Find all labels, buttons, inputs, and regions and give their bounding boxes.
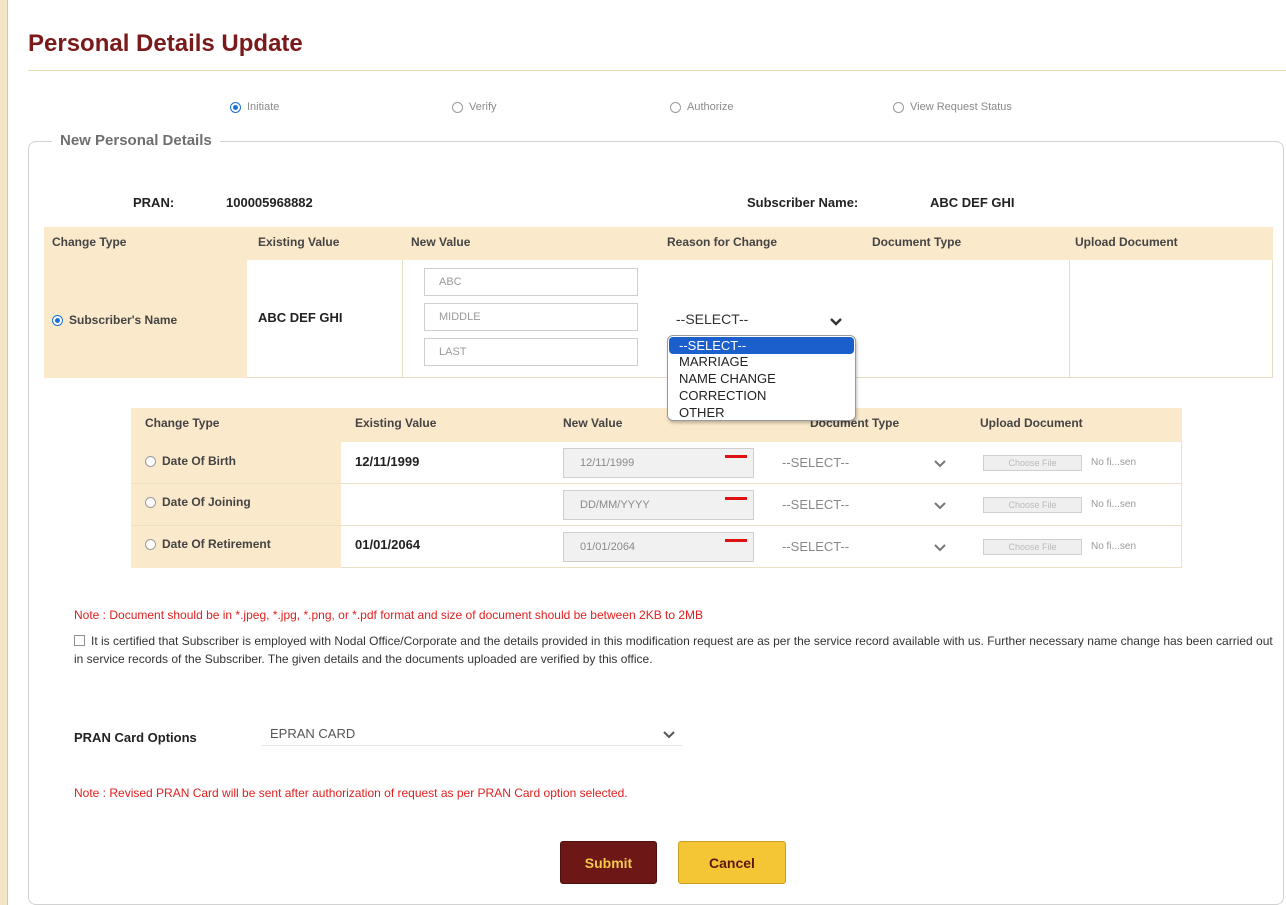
reason-dropdown-list: --SELECT-- MARRIAGE NAME CHANGE CORRECTI… [667, 335, 856, 421]
radio-icon[interactable] [230, 101, 241, 113]
certify-checkbox[interactable] [74, 635, 85, 646]
row-divider [131, 525, 1182, 526]
step-label: Authorize [687, 101, 734, 113]
dropdown-option[interactable]: CORRECTION [669, 387, 854, 404]
pran-value: 100005968882 [226, 195, 313, 210]
step-initiate[interactable]: Initiate [230, 101, 279, 113]
header-existing-value: Existing Value [258, 235, 340, 249]
doc-type-value: --SELECT-- [782, 539, 850, 554]
step-label: Initiate [247, 101, 280, 113]
step-label: Verify [469, 101, 497, 113]
submit-button[interactable]: Submit [560, 841, 657, 884]
radio-icon[interactable] [145, 456, 156, 468]
existing-date-of-retirement: 01/01/2064 [355, 537, 421, 552]
choose-file-button[interactable]: Choose File [983, 455, 1082, 471]
header-new-value: New Value [411, 235, 471, 249]
radio-icon[interactable] [145, 539, 156, 551]
step-label: View Request Status [910, 101, 1012, 113]
header-existing-value: Existing Value [355, 416, 437, 430]
existing-date-of-birth: 12/11/1999 [355, 454, 420, 469]
reason-select[interactable]: --SELECT-- [676, 311, 856, 331]
date-value: DD/MM/YYYY [580, 499, 650, 511]
change-type-label: Date Of Birth [162, 454, 237, 468]
calendar-icon[interactable] [725, 496, 747, 500]
change-type-date-of-birth[interactable]: Date Of Birth [145, 454, 236, 468]
chevron-down-icon [934, 460, 946, 468]
doc-type-select[interactable]: --SELECT-- [782, 539, 849, 554]
choose-file-button[interactable]: Choose File [983, 497, 1082, 513]
subscriber-name-label: Subscriber Name: [747, 195, 859, 210]
middle-name-input[interactable]: MIDDLE [424, 303, 638, 331]
header-document-type: Document Type [872, 235, 962, 249]
change-type-subscriber-name[interactable]: Subscriber's Name [52, 313, 177, 327]
header-upload-document: Upload Document [980, 416, 1083, 430]
step-verify[interactable]: Verify [452, 101, 497, 113]
cell-divider [1069, 260, 1070, 378]
row-divider [131, 483, 1182, 484]
subscriber-name-value: ABC DEF GHI [930, 195, 1015, 210]
chevron-down-icon [663, 731, 675, 739]
radio-icon[interactable] [452, 101, 463, 113]
document-format-note: Note : Document should be in *.jpeg, *.j… [74, 608, 704, 622]
pran-card-options-label: PRAN Card Options [74, 730, 197, 745]
cancel-button[interactable]: Cancel [678, 841, 786, 884]
step-authorize[interactable]: Authorize [670, 101, 733, 113]
title-divider [28, 70, 1286, 71]
radio-icon[interactable] [670, 101, 681, 113]
choose-file-button[interactable]: Choose File [983, 539, 1082, 555]
dropdown-option[interactable]: NAME CHANGE [669, 370, 854, 387]
header-new-value: New Value [563, 416, 623, 430]
dropdown-option[interactable]: --SELECT-- [669, 337, 854, 354]
doc-type-value: --SELECT-- [782, 497, 850, 512]
radio-icon[interactable] [52, 315, 63, 327]
step-view-request-status[interactable]: View Request Status [893, 101, 1012, 113]
existing-name-value: ABC DEF GHI [258, 310, 343, 325]
last-name-input[interactable]: LAST [424, 338, 638, 366]
calendar-icon[interactable] [725, 538, 747, 542]
pran-card-select[interactable]: EPRAN CARD [262, 722, 682, 746]
change-type-label: Date Of Retirement [162, 537, 271, 551]
change-type-date-of-retirement[interactable]: Date Of Retirement [145, 537, 271, 551]
radio-icon[interactable] [145, 497, 156, 509]
chevron-down-icon [934, 502, 946, 510]
file-status: No fi...sen [1091, 457, 1137, 468]
reason-select-value: --SELECT-- [676, 311, 749, 327]
first-name-input[interactable]: ABC [424, 268, 638, 296]
change-type-date-of-joining[interactable]: Date Of Joining [145, 495, 251, 509]
header-change-type: Change Type [52, 235, 127, 249]
radio-icon[interactable] [893, 101, 904, 113]
header-upload-document: Upload Document [1075, 235, 1178, 249]
doc-type-select[interactable]: --SELECT-- [782, 497, 849, 512]
date-of-joining-input[interactable]: DD/MM/YYYY [563, 490, 754, 520]
date-value: 12/11/1999 [580, 457, 635, 469]
calendar-icon[interactable] [725, 454, 747, 458]
dropdown-option[interactable]: OTHER [669, 404, 854, 420]
change-type-label: Date Of Joining [162, 495, 251, 509]
header-change-type: Change Type [145, 416, 220, 430]
doc-type-select[interactable]: --SELECT-- [782, 455, 849, 470]
doc-type-value: --SELECT-- [782, 455, 850, 470]
certify-text: It is certified that Subscriber is emplo… [74, 634, 1273, 666]
date-of-retirement-input[interactable]: 01/01/2064 [563, 532, 754, 562]
pran-card-select-value: EPRAN CARD [270, 726, 356, 741]
page-title: Personal Details Update [28, 30, 303, 57]
left-border-line [7, 0, 8, 905]
left-border [0, 0, 7, 905]
dropdown-option[interactable]: MARRIAGE [669, 353, 854, 370]
certification: It is certified that Subscriber is emplo… [74, 632, 1274, 668]
chevron-down-icon [934, 544, 946, 552]
header-reason-for-change: Reason for Change [667, 235, 778, 249]
cell-divider [402, 260, 403, 378]
file-status: No fi...sen [1091, 541, 1137, 552]
section-legend: New Personal Details [52, 132, 220, 149]
chevron-down-icon [830, 318, 842, 326]
date-value: 01/01/2064 [580, 541, 636, 553]
file-status: No fi...sen [1091, 499, 1137, 510]
pran-card-note: Note : Revised PRAN Card will be sent af… [74, 786, 628, 800]
date-of-birth-input[interactable]: 12/11/1999 [563, 448, 754, 478]
pran-label: PRAN: [133, 195, 175, 210]
change-type-label: Subscriber's Name [69, 313, 178, 327]
